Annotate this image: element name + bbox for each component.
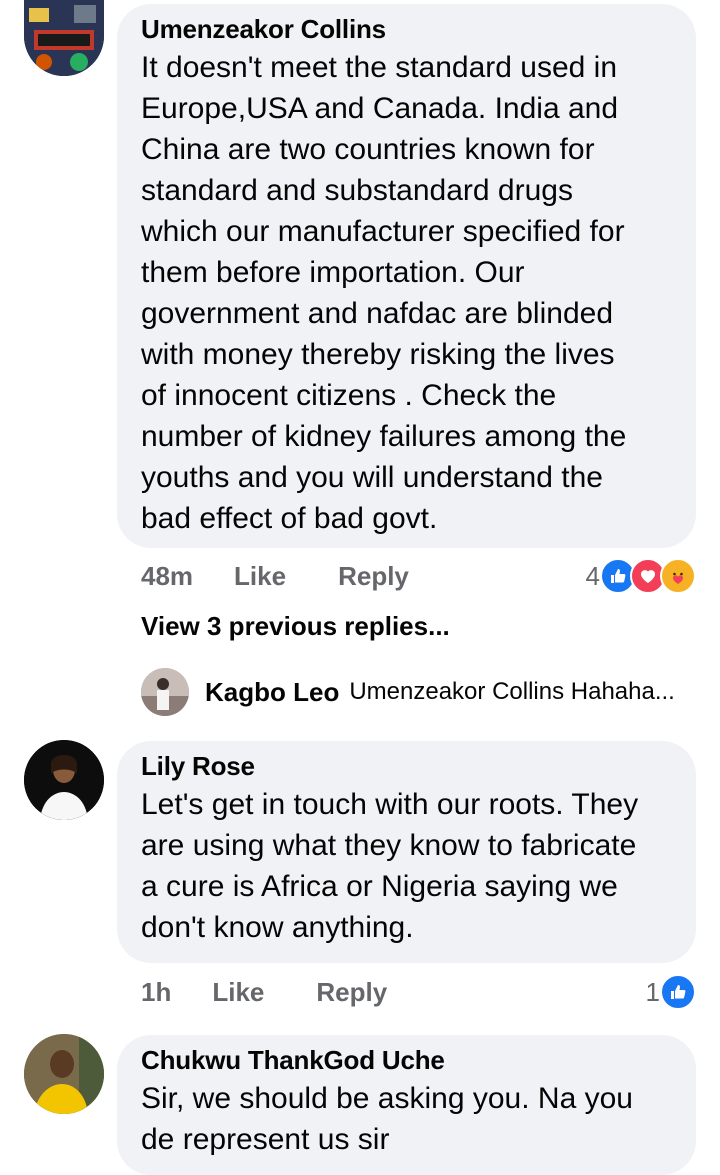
comment-text: Sir, we should be asking you. Na you de … [141, 1082, 633, 1156]
care-icon [660, 558, 696, 594]
comment-author[interactable]: Umenzeakor Collins [141, 14, 672, 44]
comment-bubble: Lily Rose Let's get in touch with our ro… [117, 741, 696, 963]
avatar[interactable] [24, 0, 104, 76]
comment-text: Let's get in touch with our roots. They … [141, 788, 639, 944]
reaction-summary[interactable]: 1 [646, 974, 696, 1010]
comment-text: It doesn't meet the standard used in Eur… [141, 51, 627, 535]
like-icon [660, 974, 696, 1010]
avatar-image [24, 0, 104, 76]
like-button[interactable]: Like [234, 561, 286, 592]
latest-reply[interactable]: Kagbo Leo Umenzeakor Collins Hahaha... [141, 666, 675, 718]
comment-time[interactable]: 1h [141, 977, 171, 1008]
reaction-summary[interactable]: 4 [586, 558, 696, 594]
reply-button[interactable]: Reply [316, 977, 387, 1008]
comment-bubble: Chukwu ThankGod Uche Sir, we should be a… [117, 1035, 696, 1175]
comment-author[interactable]: Chukwu ThankGod Uche [141, 1045, 672, 1075]
reply-snippet[interactable]: Umenzeakor Collins Hahaha... [349, 678, 675, 706]
avatar[interactable] [24, 1034, 104, 1114]
avatar-image [24, 740, 104, 820]
like-button[interactable]: Like [212, 977, 264, 1008]
comment-bubble: Umenzeakor Collins It doesn't meet the s… [117, 4, 696, 548]
comment-time[interactable]: 48m [141, 561, 193, 592]
reply-author[interactable]: Kagbo Leo [205, 677, 339, 708]
reply-button[interactable]: Reply [338, 561, 409, 592]
view-previous-replies-link[interactable]: View 3 previous replies... [141, 611, 450, 642]
comment-author[interactable]: Lily Rose [141, 751, 672, 781]
reaction-count: 4 [585, 560, 600, 591]
reaction-count: 1 [645, 976, 660, 1007]
comment-actions: 48m Like Reply [141, 558, 409, 594]
avatar-image [24, 1034, 104, 1114]
avatar[interactable] [24, 740, 104, 820]
comment-actions: 1h Like Reply [141, 974, 387, 1010]
reply-avatar[interactable] [141, 668, 189, 716]
